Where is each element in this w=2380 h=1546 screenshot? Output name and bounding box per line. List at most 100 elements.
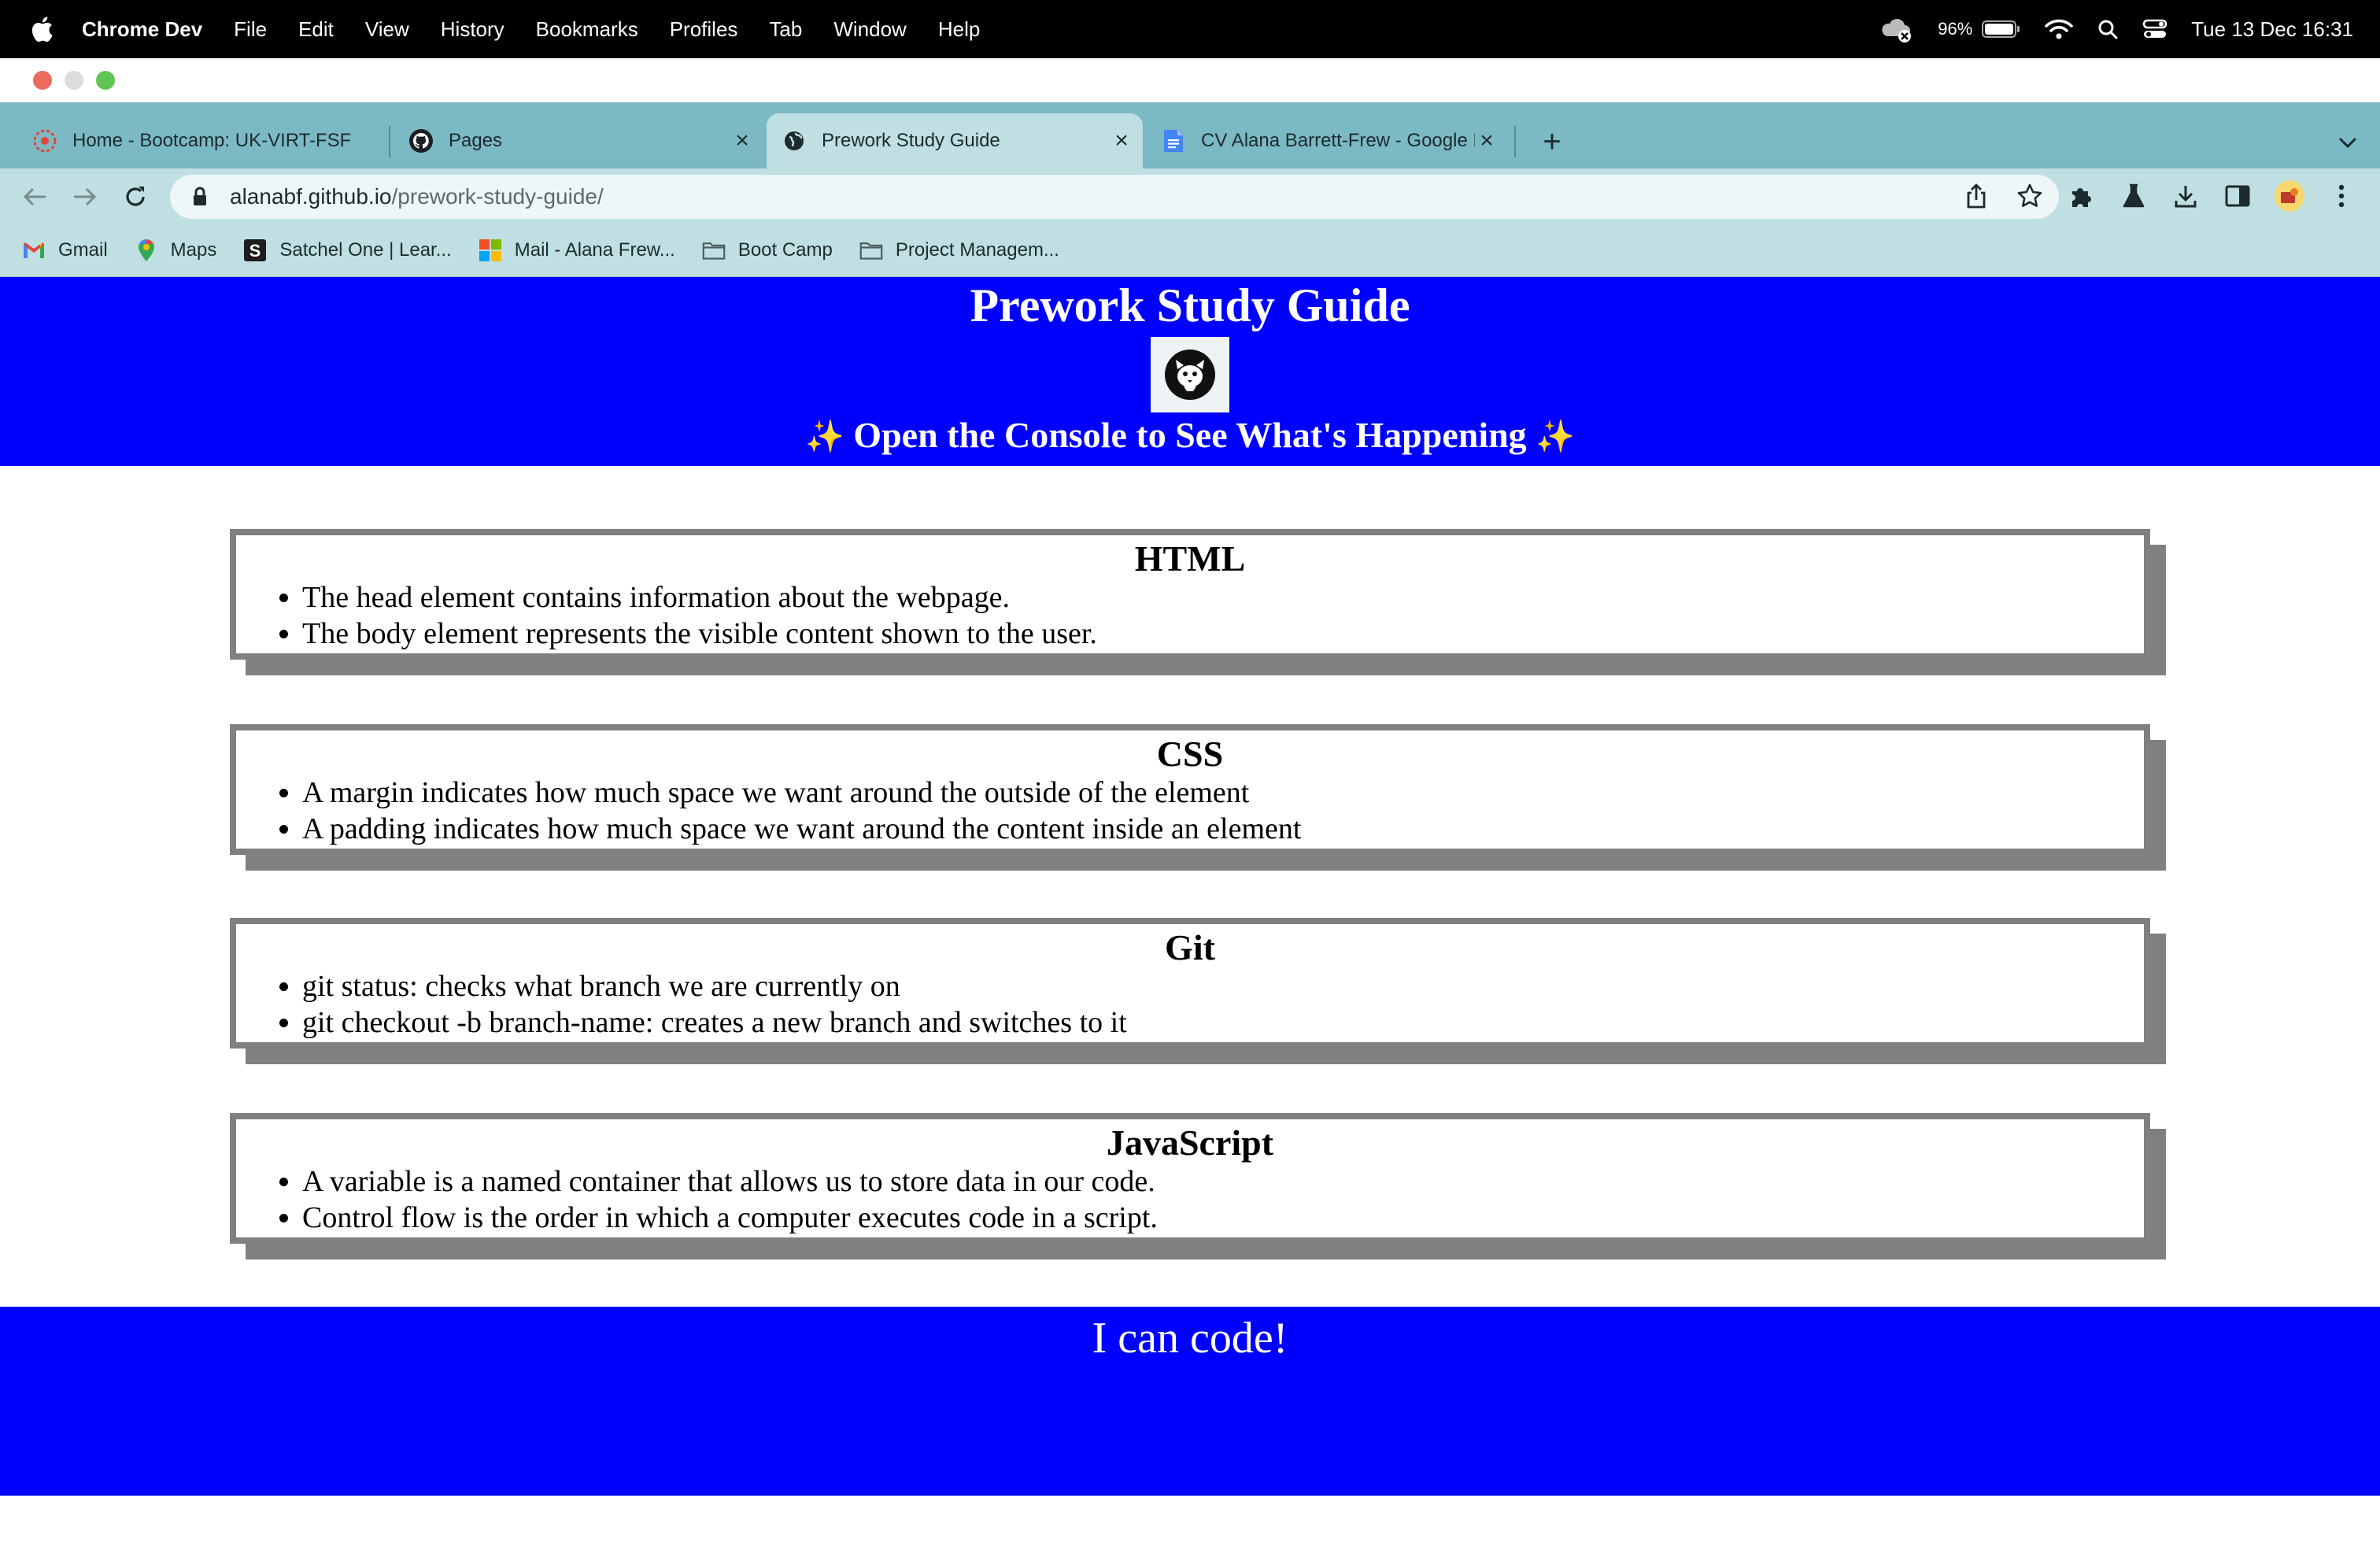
bookmark-label: Mail - Alana Frew... [514,239,675,261]
section-heading: JavaScript [1106,1123,1274,1163]
bookmark-folder-boot-camp[interactable]: Boot Camp [702,239,833,262]
reload-icon[interactable] [121,183,150,211]
bookmark-maps[interactable]: Maps [135,239,217,262]
bookmark-label: Maps [170,239,217,261]
close-tab-icon[interactable]: × [730,128,754,153]
url-path: /prework-study-guide/ [391,184,604,209]
menu-edit[interactable]: Edit [298,17,334,42]
close-tab-icon[interactable]: × [1110,128,1133,153]
menubar-status-area: 96% Tue 13 Dec 16:31 [1879,0,2353,58]
gmail-icon [22,239,46,262]
tab-prework-study-guide[interactable]: Prework Study Guide × [767,113,1143,168]
section-list: The head element contains information ab… [236,579,2144,652]
list-item: A variable is a named container that all… [302,1163,2144,1200]
bootcamp-icon [31,128,58,154]
sparkles-icon: ✨ [1536,419,1575,455]
list-item: The body element represents the visible … [302,616,2144,652]
avatar-icon [2275,180,2304,212]
globe-icon [781,128,808,154]
browser-toolbar: alanabf.github.io/prework-study-guide/ [0,168,2380,224]
section-list: git status: checks what branch we are cu… [236,968,2144,1041]
address-bar[interactable]: alanabf.github.io/prework-study-guide/ [170,175,2059,219]
menu-tab[interactable]: Tab [769,17,802,42]
spotlight-search-icon[interactable] [2097,18,2119,40]
apple-logo-icon[interactable] [30,16,54,43]
menubar-clock[interactable]: Tue 13 Dec 16:31 [2191,17,2353,42]
tab-strip: Home - Bootcamp: UK-VIRT-FSF Pages × Pre… [0,102,2380,168]
battery-percent: 96% [1938,19,1973,39]
control-center-icon[interactable] [2142,18,2168,40]
svg-text:S: S [249,241,261,261]
menu-view[interactable]: View [365,17,409,42]
section-heading: HTML [1134,538,1246,579]
section-card-css: CSS A margin indicates how much space we… [230,724,2150,855]
wifi-icon[interactable] [2045,18,2074,40]
tab-pages[interactable]: Pages × [394,113,763,168]
tab-search-chevron-icon[interactable] [2334,129,2361,156]
section-list: A variable is a named container that all… [236,1163,2144,1236]
web-page: Prework Study Guide ✨ Open the Console t… [0,277,2380,1546]
bookmark-label: Satchel One | Lear... [279,239,452,261]
sparkles-icon: ✨ [804,419,844,455]
bookmark-gmail[interactable]: Gmail [22,239,108,262]
section-list: A margin indicates how much space we wan… [236,775,2144,847]
bookmark-mail[interactable]: Mail - Alana Frew... [479,239,675,262]
new-tab-button[interactable]: + [1536,124,1568,159]
forward-arrow-icon[interactable] [71,183,99,211]
bookmarks-bar: Gmail Maps S Satchel One | Lear... Mail … [0,224,2380,277]
bookmark-star-icon[interactable] [2016,183,2043,215]
menu-history[interactable]: History [441,17,504,42]
section-heading: CSS [1156,734,1224,774]
maps-icon [135,239,158,262]
section-card-git: Git git status: checks what branch we ar… [230,918,2150,1049]
minimize-window-button[interactable] [65,71,83,90]
list-item: git checkout -b branch-name: creates a n… [302,1004,2144,1041]
tab-title: CV Alana Barrett-Frew - Google Docs [1201,130,1475,151]
list-item: A margin indicates how much space we wan… [302,775,2144,811]
section-card-html: HTML The head element contains informati… [230,529,2150,660]
url-host: alanabf.github.io [230,184,392,209]
side-panel-icon[interactable] [2223,181,2252,211]
bookmark-label: Gmail [58,239,108,261]
footer-text: I can code! [1092,1314,1288,1363]
download-icon[interactable] [2171,181,2201,211]
bookmark-label: Boot Camp [737,239,833,261]
menu-bookmarks[interactable]: Bookmarks [536,17,638,42]
more-menu-icon[interactable] [2326,181,2356,211]
bookmark-label: Project Managem... [895,239,1059,261]
menu-window[interactable]: Window [833,17,906,42]
folder-icon [702,239,726,262]
page-footer: I can code! [0,1307,2380,1496]
maximize-window-button[interactable] [96,71,115,90]
cloud-sync-icon[interactable] [1879,16,1914,43]
folder-icon [859,239,883,262]
list-item: The head element contains information ab… [302,579,2144,616]
close-window-button[interactable] [33,71,52,90]
bookmark-satchel-one[interactable]: S Satchel One | Lear... [243,239,452,262]
microsoft-icon [479,239,502,262]
section-card-javascript: JavaScript A variable is a named contain… [230,1113,2150,1244]
github-icon [408,128,434,154]
battery-icon[interactable] [1982,20,2021,39]
menu-profiles[interactable]: Profiles [670,17,738,42]
toolbar-actions [2067,180,2356,212]
labs-flask-icon[interactable] [2119,181,2149,211]
tab-bootcamp[interactable]: Home - Bootcamp: UK-VIRT-FSF [17,113,386,168]
extensions-puzzle-icon[interactable] [2067,181,2097,211]
menu-file[interactable]: File [234,17,267,42]
window-titlebar [0,58,2380,102]
profile-avatar[interactable] [2275,180,2304,212]
satchel-icon: S [243,239,267,262]
share-icon[interactable] [1964,183,1988,215]
page-title: Prework Study Guide [970,279,1410,331]
menu-help[interactable]: Help [938,17,980,42]
tab-title: Prework Study Guide [822,130,1000,151]
lock-icon[interactable] [192,186,214,208]
close-tab-icon[interactable]: × [1475,128,1499,153]
tab-separator [1514,126,1516,157]
section-heading: Git [1165,927,1215,967]
back-arrow-icon[interactable] [20,183,49,211]
tab-cv-google-docs[interactable]: CV Alana Barrett-Frew - Google Docs × [1146,113,1508,168]
menu-app-name[interactable]: Chrome Dev [82,17,202,42]
bookmark-folder-project-management[interactable]: Project Managem... [859,239,1059,262]
